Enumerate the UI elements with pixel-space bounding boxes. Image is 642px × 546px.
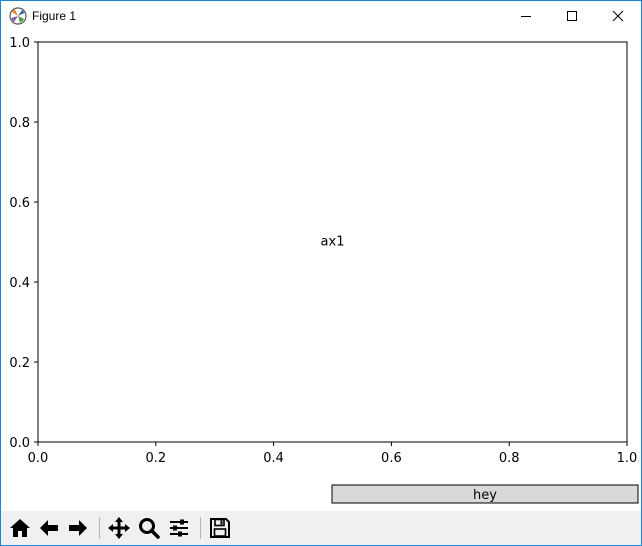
x-tick-label: 0.4 <box>263 451 284 466</box>
back-button[interactable] <box>35 514 63 542</box>
window-title: Figure 1 <box>32 9 77 23</box>
home-button[interactable] <box>6 514 34 542</box>
maximize-icon <box>567 11 577 21</box>
close-button[interactable] <box>595 1 641 31</box>
x-tick-label: 0.8 <box>499 451 520 466</box>
home-icon <box>10 519 30 537</box>
y-tick-label: 1.0 <box>9 36 30 51</box>
save-button[interactable] <box>206 514 234 542</box>
figure-window: Figure 1 0.0 0.2 0.4 0.6 0.8 1.0 0.0 0.2 0.4 0.6… <box>0 0 642 546</box>
toolbar-separator <box>200 517 201 539</box>
save-icon <box>210 518 230 538</box>
axes-annotation: ax1 <box>321 235 345 250</box>
widget-button[interactable]: hey <box>331 484 639 504</box>
forward-button[interactable] <box>64 514 92 542</box>
title-bar[interactable]: Figure 1 <box>1 1 641 31</box>
pan-button[interactable] <box>105 514 133 542</box>
figure-canvas[interactable]: 0.0 0.2 0.4 0.6 0.8 1.0 0.0 0.2 0.4 0.6 0.8 1.0 ax… <box>1 31 641 511</box>
minimize-button[interactable] <box>503 1 549 31</box>
matplotlib-logo-icon <box>9 7 27 25</box>
forward-arrow-icon <box>69 520 87 536</box>
x-tick-label: 1.0 <box>617 451 638 466</box>
y-tick-label: 0.6 <box>9 196 30 211</box>
x-tick-label: 0.2 <box>145 451 166 466</box>
x-axis: 0.0 0.2 0.4 0.6 0.8 1.0 <box>28 442 638 466</box>
y-tick-label: 0.8 <box>9 116 30 131</box>
plot-svg: 0.0 0.2 0.4 0.6 0.8 1.0 0.0 0.2 0.4 0.6 0.8 1.0 ax… <box>9 36 639 504</box>
y-tick-label: 0.4 <box>9 276 30 291</box>
configure-subplots-button[interactable] <box>165 514 193 542</box>
close-icon <box>612 10 624 22</box>
y-axis: 0.0 0.2 0.4 0.6 0.8 1.0 <box>9 36 38 451</box>
zoom-button[interactable] <box>135 514 163 542</box>
toolbar-separator <box>99 517 100 539</box>
widget-button-label: hey <box>473 488 497 503</box>
x-tick-label: 0.0 <box>28 451 49 466</box>
pan-icon <box>108 517 130 539</box>
x-tick-label: 0.6 <box>381 451 402 466</box>
configure-subplots-icon <box>170 519 188 537</box>
maximize-button[interactable] <box>549 1 595 31</box>
back-arrow-icon <box>40 520 58 536</box>
y-tick-label: 0.0 <box>9 436 30 451</box>
navigation-toolbar <box>1 511 641 545</box>
zoom-icon <box>139 518 160 539</box>
y-tick-label: 0.2 <box>9 356 30 371</box>
minimize-icon <box>521 16 531 17</box>
